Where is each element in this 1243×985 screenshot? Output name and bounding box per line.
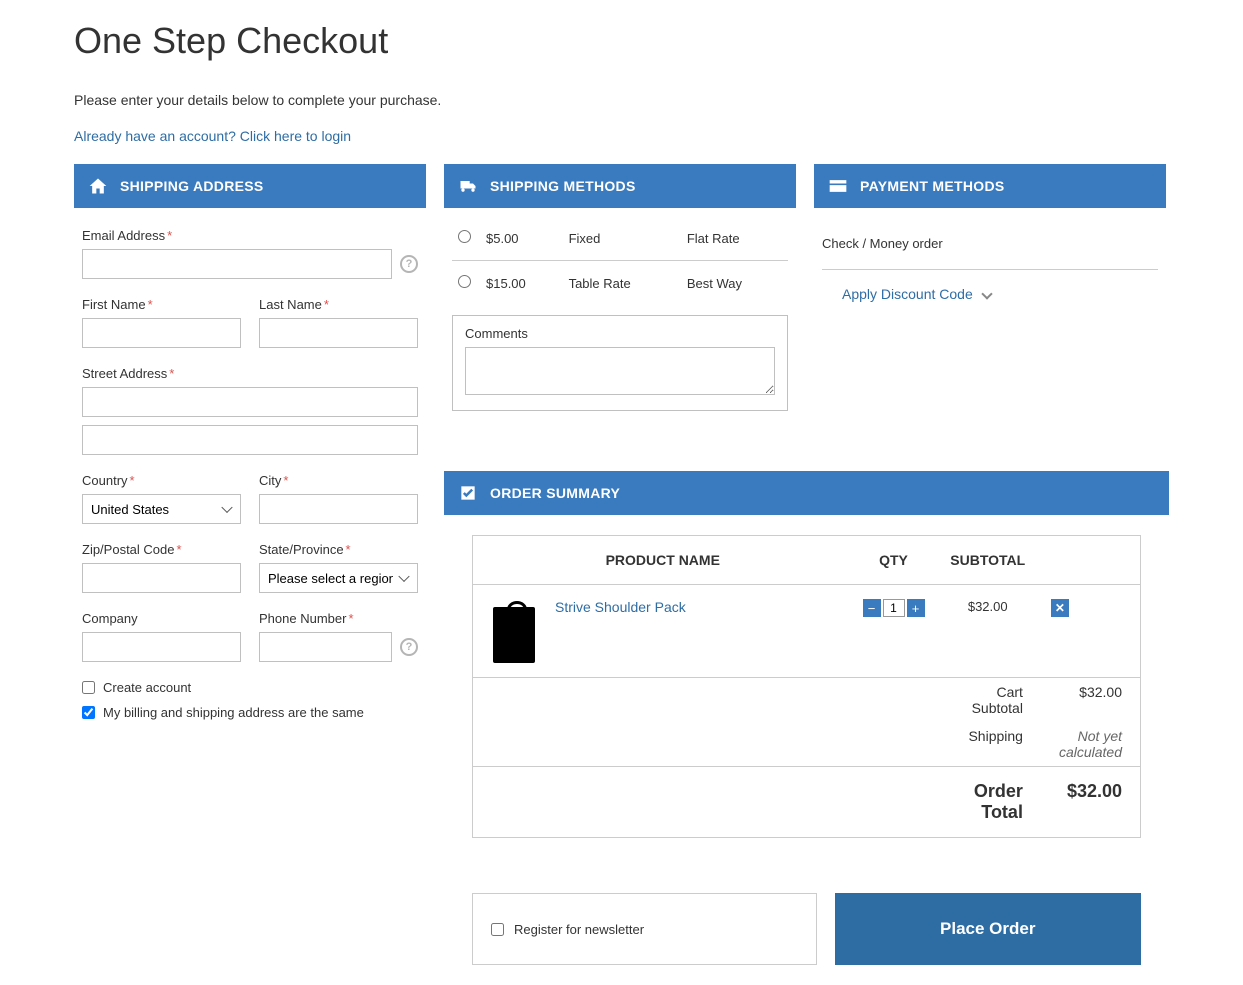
email-field[interactable] xyxy=(82,249,392,279)
qty-input[interactable] xyxy=(883,599,905,617)
item-subtotal: $32.00 xyxy=(935,585,1041,678)
first-name-field[interactable] xyxy=(82,318,241,348)
shipping-name: Best Way xyxy=(681,261,788,306)
create-account-checkbox[interactable] xyxy=(82,681,95,694)
street-field-2[interactable] xyxy=(82,425,418,455)
payment-methods-section: PAYMENT METHODS Check / Money order Appl… xyxy=(814,164,1166,411)
comments-label: Comments xyxy=(465,326,775,341)
street-field-1[interactable] xyxy=(82,387,418,417)
zip-label: Zip/Postal Code* xyxy=(82,542,241,557)
cart-subtotal-value: $32.00 xyxy=(1041,678,1141,723)
first-name-label: First Name* xyxy=(82,297,241,312)
intro-text: Please enter your details below to compl… xyxy=(74,92,1169,108)
country-label: Country* xyxy=(82,473,241,488)
order-total-label: Order Total xyxy=(935,767,1041,838)
chevron-down-icon xyxy=(981,288,992,299)
order-summary-section: ORDER SUMMARY PRODUCT NAME QTY SUBTOTAL xyxy=(444,471,1169,965)
check-icon xyxy=(458,483,478,503)
phone-label: Phone Number* xyxy=(259,611,418,626)
shipping-type: Fixed xyxy=(563,216,681,261)
col-product: PRODUCT NAME xyxy=(473,536,853,585)
street-label: Street Address* xyxy=(82,366,418,381)
col-subtotal: SUBTOTAL xyxy=(935,536,1041,585)
shipping-address-header: SHIPPING ADDRESS xyxy=(74,164,426,208)
order-item-row: Strive Shoulder Pack − + xyxy=(473,585,1141,678)
last-name-field[interactable] xyxy=(259,318,418,348)
shipping-option-row[interactable]: $15.00 Table Rate Best Way xyxy=(452,261,788,306)
truck-icon xyxy=(458,176,478,196)
help-icon[interactable]: ? xyxy=(400,638,418,656)
shipping-value: Not yet calculated xyxy=(1041,722,1141,767)
comments-textarea[interactable] xyxy=(465,347,775,395)
country-select[interactable]: United States xyxy=(82,494,241,524)
email-label: Email Address* xyxy=(82,228,418,243)
shipping-address-section: SHIPPING ADDRESS Email Address* ? First … xyxy=(74,164,426,730)
product-name-link[interactable]: Strive Shoulder Pack xyxy=(555,599,686,615)
newsletter-box: Register for newsletter xyxy=(472,893,817,965)
company-label: Company xyxy=(82,611,241,626)
shipping-price: $5.00 xyxy=(480,216,563,261)
shipping-option-row[interactable]: $5.00 Fixed Flat Rate xyxy=(452,216,788,261)
card-icon xyxy=(828,176,848,196)
cart-subtotal-label: Cart Subtotal xyxy=(935,678,1041,723)
state-select[interactable]: Please select a region xyxy=(259,563,418,593)
order-summary-header: ORDER SUMMARY xyxy=(444,471,1169,515)
place-order-button[interactable]: Place Order xyxy=(835,893,1142,965)
newsletter-label: Register for newsletter xyxy=(514,922,644,937)
login-link[interactable]: Already have an account? Click here to l… xyxy=(74,128,351,144)
col-qty: QTY xyxy=(853,536,935,585)
order-total-value: $32.00 xyxy=(1041,767,1141,838)
remove-item-button[interactable]: ✕ xyxy=(1051,599,1069,617)
last-name-label: Last Name* xyxy=(259,297,418,312)
shipping-radio-table[interactable] xyxy=(458,275,471,288)
newsletter-checkbox[interactable] xyxy=(491,923,504,936)
city-label: City* xyxy=(259,473,418,488)
qty-decrease-button[interactable]: − xyxy=(863,599,881,617)
page-title: One Step Checkout xyxy=(74,20,1169,62)
help-icon[interactable]: ? xyxy=(400,255,418,273)
shipping-name: Flat Rate xyxy=(681,216,788,261)
shipping-price: $15.00 xyxy=(480,261,563,306)
payment-methods-header: PAYMENT METHODS xyxy=(814,164,1166,208)
comments-box: Comments xyxy=(452,315,788,411)
qty-increase-button[interactable]: + xyxy=(907,599,925,617)
zip-field[interactable] xyxy=(82,563,241,593)
create-account-label: Create account xyxy=(103,680,191,695)
company-field[interactable] xyxy=(82,632,241,662)
shipping-radio-flat[interactable] xyxy=(458,230,471,243)
state-label: State/Province* xyxy=(259,542,418,557)
apply-discount-link[interactable]: Apply Discount Code xyxy=(822,270,1158,302)
shipping-methods-header: SHIPPING METHODS xyxy=(444,164,796,208)
billing-same-label: My billing and shipping address are the … xyxy=(103,705,364,720)
product-image xyxy=(493,607,535,663)
home-icon xyxy=(88,176,108,196)
payment-option[interactable]: Check / Money order xyxy=(822,218,1158,270)
shipping-label: Shipping xyxy=(935,722,1041,767)
shipping-type: Table Rate xyxy=(563,261,681,306)
shipping-methods-section: SHIPPING METHODS $5.00 Fixed Flat Rate xyxy=(444,164,796,411)
phone-field[interactable] xyxy=(259,632,392,662)
city-field[interactable] xyxy=(259,494,418,524)
billing-same-checkbox[interactable] xyxy=(82,706,95,719)
